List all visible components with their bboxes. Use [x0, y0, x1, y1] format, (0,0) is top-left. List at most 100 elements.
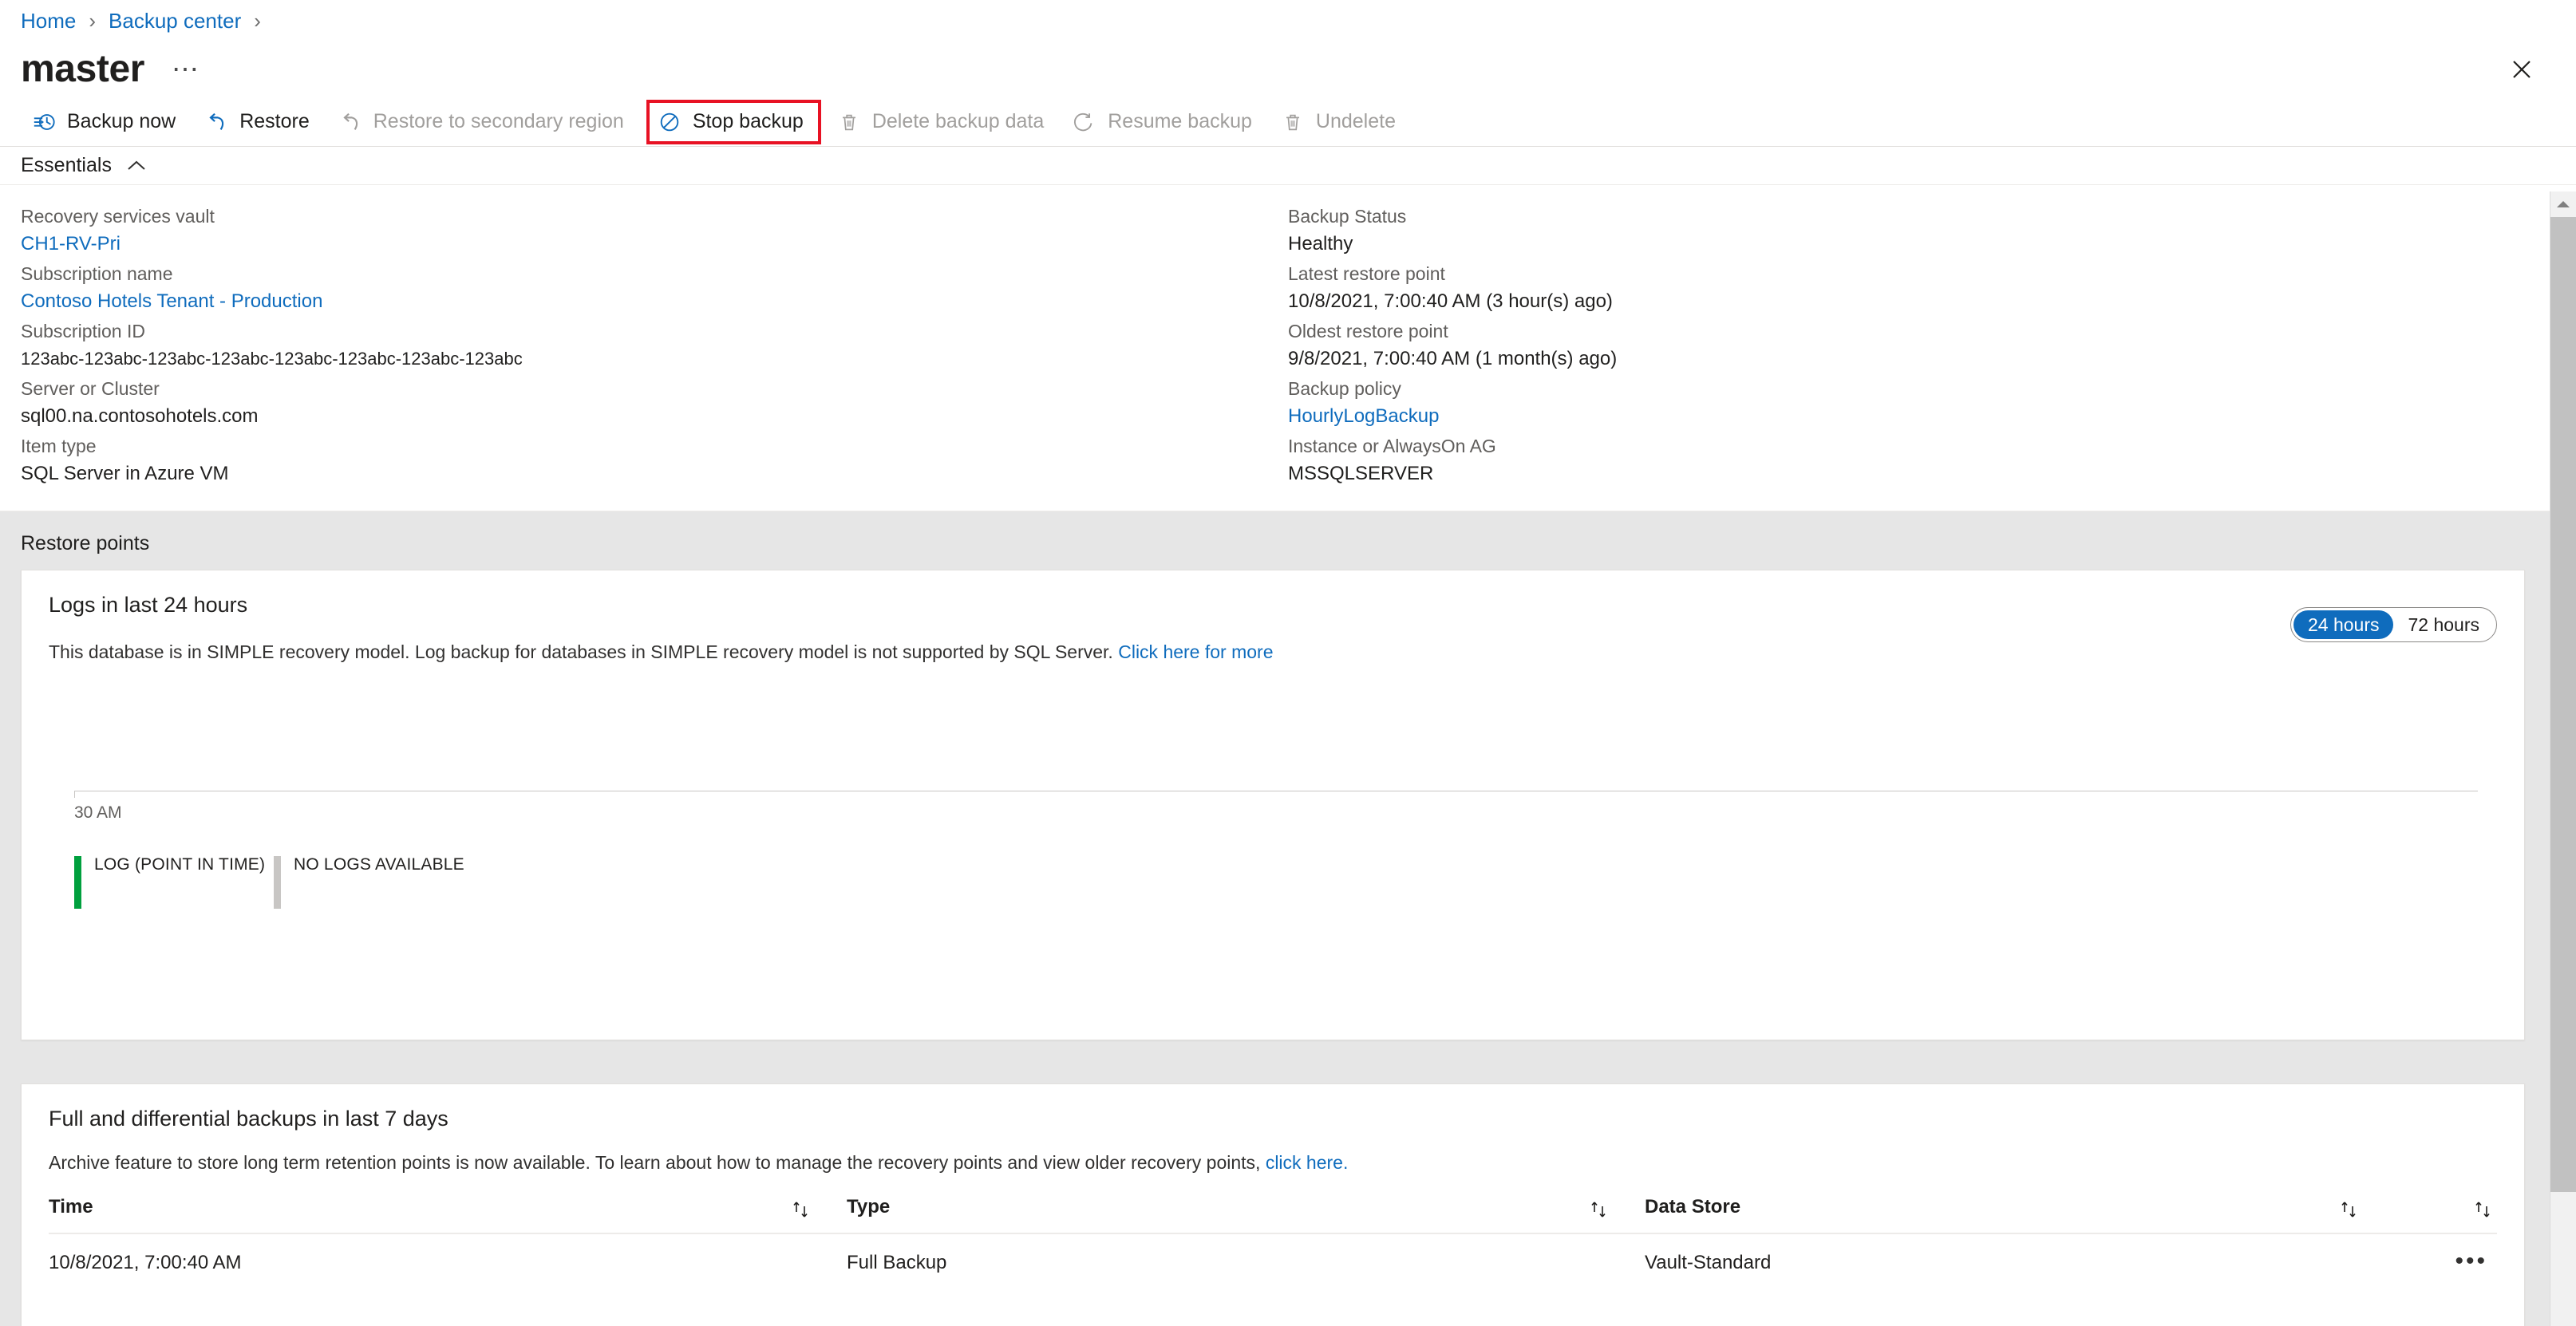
field-label: Server or Cluster — [21, 378, 160, 399]
column-header-type[interactable]: Type — [847, 1175, 1645, 1235]
essentials-right-column: Backup Status Healthy Latest restore poi… — [1288, 203, 2555, 490]
field-value: 10/8/2021, 7:00:40 AM (3 hour(s) ago) — [1288, 290, 1613, 312]
breadcrumb-separator-icon: › — [89, 8, 97, 33]
sort-icon[interactable] — [2339, 1199, 2360, 1220]
essentials-toggle[interactable]: Essentials — [0, 147, 2576, 185]
essentials-field-subscription-id: Subscription ID 123abc-123abc-123abc-123… — [21, 318, 1288, 373]
field-label: Recovery services vault — [21, 206, 215, 227]
column-header-actions[interactable] — [2395, 1175, 2497, 1235]
more-options-icon[interactable]: ⋯ — [172, 55, 200, 83]
field-value: SQL Server in Azure VM — [21, 463, 229, 484]
resume-backup-button: Resume backup — [1061, 104, 1270, 140]
vertical-scrollbar[interactable] — [2550, 191, 2576, 1326]
resume-icon — [1074, 112, 1092, 131]
restore-to-secondary-region-button: Restore to secondary region — [327, 104, 642, 140]
essentials-field-instance-or-alwayson-ag: Instance or AlwaysOn AG MSSQLSERVER — [1288, 432, 2555, 488]
chart-x-tick-label: 30 AM — [74, 803, 122, 823]
breadcrumb-item-home[interactable]: Home — [21, 9, 76, 34]
undelete-button: Undelete — [1270, 104, 1413, 140]
restore-points-table: Time Type Data Store 10/8/2021, 7:00:40 … — [49, 1175, 2497, 1274]
page-title: master — [21, 48, 145, 90]
field-value: 123abc-123abc-123abc-123abc-123abc-123ab… — [21, 349, 523, 369]
sort-icon[interactable] — [2473, 1199, 2494, 1220]
stop-backup-label: Stop backup — [692, 110, 804, 132]
delete-backup-data-label: Delete backup data — [871, 110, 1045, 132]
close-icon-glyph — [2513, 61, 2531, 78]
chevron-up-icon — [128, 160, 145, 170]
sort-icon[interactable] — [791, 1199, 812, 1220]
backups-card-note: Archive feature to store long term reten… — [49, 1150, 2497, 1175]
restore-button[interactable]: Restore — [193, 104, 327, 140]
caret-up-icon — [2557, 201, 2570, 207]
resume-backup-label: Resume backup — [1108, 110, 1252, 132]
breadcrumb-item-backup-center[interactable]: Backup center — [109, 9, 241, 34]
restore-secondary-icon — [343, 112, 358, 130]
restore-to-secondary-region-label: Restore to secondary region — [373, 110, 624, 132]
essentials-field-item-type: Item type SQL Server in Azure VM — [21, 432, 1288, 488]
legend-swatch-icon — [274, 856, 281, 910]
field-value: MSSQLSERVER — [1288, 463, 1434, 484]
field-label: Subscription ID — [21, 321, 145, 341]
field-label: Backup policy — [1288, 378, 1401, 399]
essentials-field-subscription-name: Subscription name Contoso Hotels Tenant … — [21, 260, 1288, 316]
backup-now-label: Backup now — [67, 110, 176, 132]
cell-data-store: Vault-Standard — [1645, 1252, 1772, 1274]
column-header-time[interactable]: Time — [49, 1175, 847, 1235]
column-header-label: Time — [49, 1196, 93, 1218]
column-header-label: Data Store — [1645, 1196, 1741, 1218]
column-header-label: Type — [847, 1196, 891, 1218]
legend-label: LOG (POINT IN TIME) — [94, 855, 266, 874]
logs-card-title: Logs in last 24 hours — [49, 593, 248, 617]
field-value: 9/8/2021, 7:00:40 AM (1 month(s) ago) — [1288, 348, 1618, 369]
vertical-scroll-thumb[interactable] — [2550, 217, 2576, 1192]
delete-backup-data-button: Delete backup data — [826, 104, 1061, 140]
table-row[interactable]: 10/8/2021, 7:00:40 AM Full Backup Vault-… — [49, 1233, 2497, 1274]
backups-card-title: Full and differential backups in last 7 … — [49, 1107, 448, 1131]
range-toggle-72-hours[interactable]: 72 hours — [2393, 610, 2494, 639]
field-value-link[interactable]: HourlyLogBackup — [1288, 402, 2555, 431]
delete-icon — [842, 114, 855, 130]
row-context-menu-icon[interactable]: ••• — [2455, 1248, 2487, 1274]
field-value: sql00.na.contosohotels.com — [21, 405, 259, 427]
legend-item-log-point-in-time: LOG (POINT IN TIME) — [74, 855, 274, 910]
legend-swatch-icon — [74, 856, 81, 910]
essentials-field-recovery-services-vault: Recovery services vault CH1-RV-Pri — [21, 203, 1288, 258]
content-area: Restore points Logs in last 24 hours 24 … — [0, 511, 2576, 1326]
field-label: Backup Status — [1288, 206, 1407, 227]
range-toggle-24-hours[interactable]: 24 hours — [2293, 610, 2394, 639]
logs-card-note-text: This database is in SIMPLE recovery mode… — [49, 641, 1113, 662]
restore-label: Restore — [239, 110, 310, 132]
essentials-field-backup-policy: Backup policy HourlyLogBackup — [1288, 375, 2555, 431]
backups-card: Full and differential backups in last 7 … — [21, 1083, 2525, 1326]
undelete-label: Undelete — [1315, 110, 1396, 132]
cell-type: Full Backup — [847, 1252, 947, 1274]
restore-points-section-title: Restore points — [21, 532, 150, 554]
scroll-up-button[interactable] — [2550, 191, 2576, 217]
backups-card-note-link[interactable]: click here. — [1266, 1152, 1349, 1173]
logs-card-note-link[interactable]: Click here for more — [1118, 641, 1273, 662]
command-bar: Backup now Restore Restore to secondary … — [0, 97, 2576, 147]
field-value-link[interactable]: CH1-RV-Pri — [21, 230, 1288, 258]
field-value-link[interactable]: Contoso Hotels Tenant - Production — [21, 287, 1288, 316]
field-label: Subscription name — [21, 263, 173, 284]
title-bar: master ⋯ — [0, 41, 2576, 97]
field-label: Item type — [21, 436, 97, 456]
backup-now-button[interactable]: Backup now — [21, 104, 193, 140]
legend-label: NO LOGS AVAILABLE — [294, 855, 464, 874]
essentials-field-oldest-restore-point: Oldest restore point 9/8/2021, 7:00:40 A… — [1288, 318, 2555, 373]
stop-backup-icon — [660, 112, 679, 131]
cell-time: 10/8/2021, 7:00:40 AM — [49, 1252, 242, 1274]
undelete-icon — [1286, 114, 1299, 130]
stop-backup-button[interactable]: Stop backup — [646, 99, 821, 144]
field-label: Instance or AlwaysOn AG — [1288, 436, 1496, 456]
close-icon[interactable] — [2506, 53, 2538, 85]
sort-icon[interactable] — [1589, 1199, 1610, 1220]
column-header-data-store[interactable]: Data Store — [1645, 1175, 2395, 1235]
essentials-label: Essentials — [21, 154, 112, 176]
field-label: Latest restore point — [1288, 263, 1445, 284]
range-toggle[interactable]: 24 hours 72 hours — [2290, 607, 2497, 642]
logs-card-note: This database is in SIMPLE recovery mode… — [49, 640, 2497, 665]
essentials-field-latest-restore-point: Latest restore point 10/8/2021, 7:00:40 … — [1288, 260, 2555, 316]
restore-icon — [209, 112, 224, 130]
chart-x-tick — [74, 791, 75, 799]
